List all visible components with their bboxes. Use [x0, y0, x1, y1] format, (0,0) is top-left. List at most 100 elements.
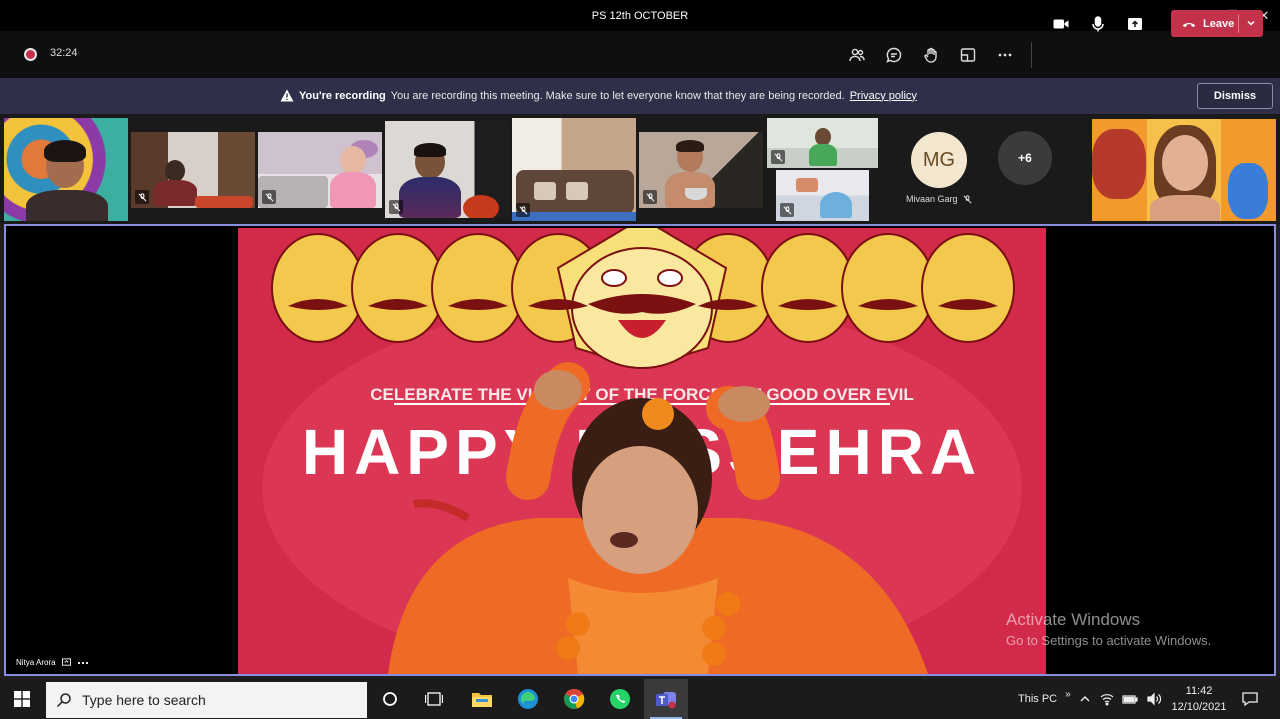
cortana-button[interactable] — [368, 679, 412, 719]
start-button[interactable] — [0, 679, 44, 719]
wifi-icon[interactable] — [1100, 692, 1114, 706]
participant-body — [26, 190, 108, 221]
participant-bowl — [685, 188, 707, 200]
muted-indicator — [389, 200, 403, 214]
main-stage: CELEBRATE THE VICTORY OF THE FORCES OF G… — [4, 224, 1276, 676]
speaker-name-tag: Nitya Arora — [16, 658, 89, 667]
participant-hair — [676, 140, 704, 152]
chrome-browser-button[interactable] — [552, 679, 596, 719]
task-view-button[interactable] — [412, 679, 456, 719]
share-screen-icon — [1127, 17, 1142, 30]
participant-head — [340, 146, 366, 174]
mic-off-icon — [774, 152, 782, 161]
more-icon[interactable] — [77, 661, 89, 665]
chrome-icon — [564, 688, 585, 709]
battery-icon[interactable] — [1122, 692, 1138, 706]
participant-head — [1162, 135, 1208, 191]
leave-divider — [1238, 14, 1239, 33]
toolbar-chevron-icon[interactable]: » — [1065, 689, 1071, 700]
leave-button[interactable]: Leave — [1171, 10, 1263, 37]
more-actions-button[interactable] — [986, 41, 1023, 68]
camera-icon — [1053, 19, 1068, 28]
participant-body — [399, 177, 461, 218]
dismiss-button[interactable]: Dismiss — [1197, 83, 1273, 109]
toolbar-divider — [1031, 42, 1032, 68]
cortana-icon — [383, 692, 397, 706]
notification-icon — [1242, 692, 1258, 707]
participant-tile[interactable] — [385, 121, 509, 218]
microphone-button[interactable] — [1079, 10, 1116, 37]
activate-title: Activate Windows — [1006, 610, 1141, 629]
chat-icon — [885, 47, 901, 63]
background-art — [1228, 163, 1268, 219]
mic-off-icon — [646, 192, 654, 201]
muted-indicator — [516, 203, 530, 217]
participant-cushion — [534, 182, 556, 200]
leave-label: Leave — [1203, 17, 1235, 30]
camera-button[interactable] — [1042, 10, 1079, 37]
warning-icon — [280, 89, 294, 102]
file-explorer-button[interactable] — [460, 679, 504, 719]
participant-tile[interactable] — [512, 118, 636, 221]
muted-indicator — [771, 150, 785, 164]
mic-off-icon — [963, 194, 971, 203]
mic-off-icon — [392, 202, 400, 211]
participant-tile[interactable] — [258, 132, 382, 208]
mic-off-icon — [783, 205, 791, 214]
participant-avatar[interactable]: MG — [911, 132, 967, 188]
notifications-button[interactable] — [1228, 679, 1272, 719]
activate-subtitle: Go to Settings to activate Windows. — [1006, 633, 1212, 648]
window-title: PS 12th OCTOBER — [591, 9, 689, 22]
muted-indicator — [643, 190, 657, 204]
participant-tile[interactable] — [776, 170, 869, 221]
system-tray: This PC » — [1018, 679, 1071, 719]
recording-text: You are recording this meeting. Make sur… — [390, 89, 845, 102]
reactions-button[interactable] — [912, 41, 949, 68]
participant-tile[interactable] — [767, 118, 878, 168]
meeting-timer: 32:24 — [50, 47, 78, 59]
speaker-name: Nitya Arora — [16, 658, 56, 667]
background-art — [1092, 129, 1146, 199]
participant-name: Mivaan Garg — [906, 194, 972, 204]
breakout-rooms-icon — [960, 47, 975, 62]
volume-icon[interactable] — [1146, 692, 1162, 706]
participant-hair — [414, 143, 446, 157]
clock-time: 11:42 — [1185, 685, 1213, 697]
participant-floor — [512, 212, 636, 221]
chevron-up-icon[interactable] — [1078, 692, 1092, 706]
participant-tile[interactable] — [4, 118, 128, 221]
participant-head — [165, 160, 185, 182]
leave-options-button[interactable] — [1243, 14, 1259, 32]
clock-date: 12/10/2021 — [1171, 701, 1227, 713]
taskbar-search[interactable]: Type here to search — [46, 682, 367, 718]
taskbar-clock[interactable]: 11:42 12/10/2021 — [1167, 683, 1231, 715]
windows-logo-icon — [14, 691, 30, 707]
more-participants-button[interactable]: +6 — [998, 131, 1052, 185]
share-screen-icon — [61, 658, 71, 666]
this-pc-label[interactable]: This PC — [1018, 693, 1057, 705]
whatsapp-button[interactable] — [598, 679, 642, 719]
participant-tile[interactable] — [639, 132, 763, 208]
participant-tile[interactable] — [131, 132, 255, 208]
show-conversation-button[interactable] — [875, 41, 912, 68]
show-participants-button[interactable] — [838, 41, 875, 68]
participant-cushion — [566, 182, 588, 200]
meeting-toolbar: 32:24 — [0, 31, 1280, 78]
participant-cushion — [195, 196, 253, 208]
raise-hand-icon — [923, 47, 937, 63]
edge-icon — [518, 689, 538, 709]
edge-browser-button[interactable] — [506, 679, 550, 719]
self-view-tile[interactable] — [1092, 119, 1276, 221]
participant-body — [330, 172, 376, 208]
rooms-button[interactable] — [949, 41, 986, 68]
muted-indicator — [780, 203, 794, 217]
mic-off-icon — [138, 192, 146, 201]
share-button[interactable] — [1116, 10, 1153, 37]
privacy-policy-link[interactable]: Privacy policy — [850, 90, 917, 102]
hang-up-icon — [1182, 22, 1196, 27]
tray-icons — [1078, 679, 1162, 719]
participant-body — [809, 144, 837, 166]
teams-button[interactable] — [644, 679, 688, 719]
meeting-actions — [838, 41, 1023, 68]
recording-message: You're recording You are recording this … — [280, 89, 917, 102]
